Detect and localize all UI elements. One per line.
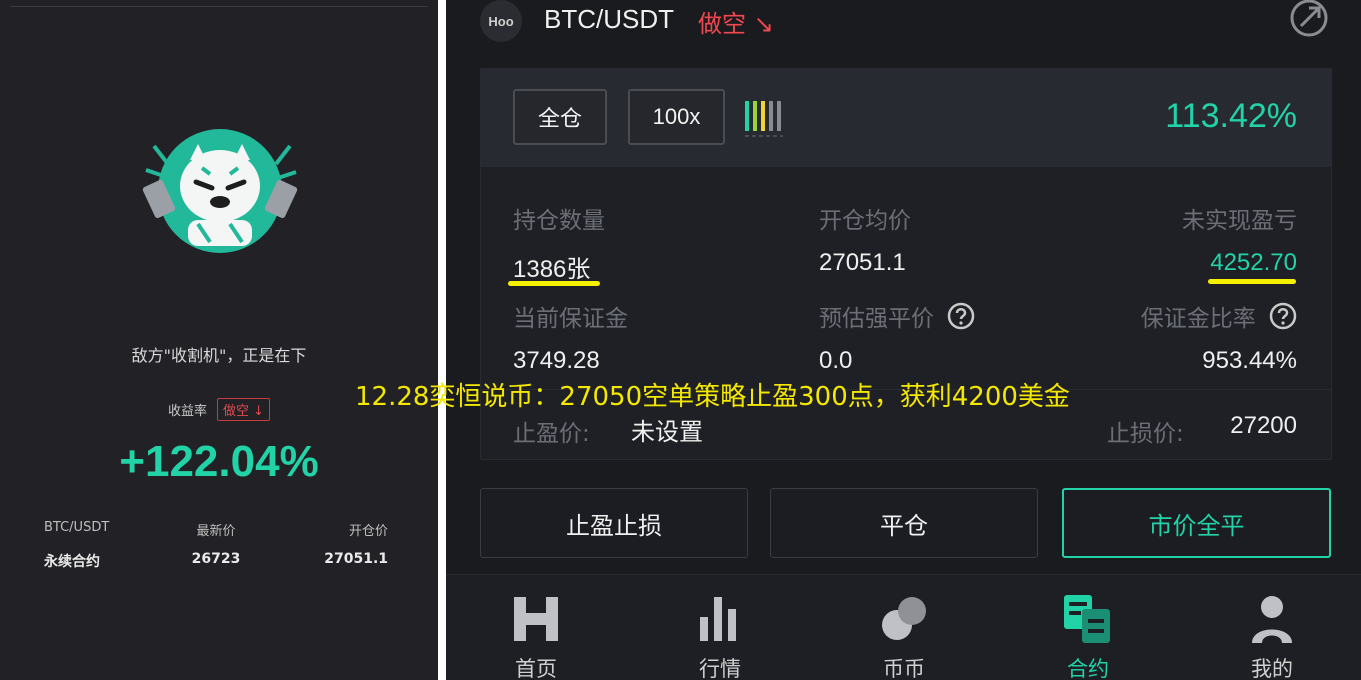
position-qty-value: 1386张: [513, 256, 591, 283]
direction-tag: 做空 ↘: [698, 10, 774, 38]
unrealized-pnl-field: 未实现盈亏 4252.70: [1182, 201, 1297, 277]
roe-value: 113.42%: [1165, 97, 1297, 135]
take-profit-value: 未设置: [631, 419, 703, 446]
position-qty-label: 持仓数量: [513, 208, 605, 234]
unrealized-pnl-label: 未实现盈亏: [1182, 208, 1297, 234]
highlight-underline-pnl: [1208, 279, 1296, 284]
tab-spot[interactable]: 币币: [854, 593, 954, 680]
bottom-tab-bar: 首页 行情 币币 合约 我的: [446, 574, 1361, 680]
table-header-row: BTC/USDT 最新价 开仓价: [44, 520, 388, 539]
help-icon[interactable]: [1269, 302, 1297, 330]
tab-market[interactable]: 行情: [670, 593, 770, 680]
stop-loss-label: 止损价:: [1107, 421, 1184, 447]
avg-open-price-label: 开仓均价: [819, 208, 911, 234]
tiger-avatar-icon: [142, 129, 298, 253]
share-card: 敌方"收割机"，正是在下 收益率 做空 ↓ +122.04% BTC/USDT …: [0, 0, 438, 680]
current-margin-value: 3749.28: [513, 347, 600, 374]
position-qty-field: 持仓数量 1386张: [513, 201, 605, 284]
panel-divider: [438, 0, 446, 680]
tp-sl-button[interactable]: 止盈止损: [480, 488, 748, 558]
share-icon[interactable]: [1289, 0, 1333, 40]
latest-price: 26723: [191, 551, 241, 567]
open-price: 27051.1: [324, 551, 389, 567]
spot-icon: [882, 597, 926, 640]
tab-spot-label: 币币: [883, 657, 925, 680]
tab-contract-label: 合约: [1067, 657, 1109, 680]
margin-ratio-field: 保证金比率 953.44%: [1141, 299, 1297, 375]
market-icon: [700, 597, 736, 641]
share-info-table: BTC/USDT 最新价 开仓价 永续合约 26723 27051.1: [44, 520, 388, 583]
margin-ratio-label: 保证金比率: [1140, 306, 1256, 332]
open-price-header: 开仓价: [349, 524, 389, 539]
short-direction-badge: 做空 ↓: [216, 398, 271, 421]
avg-open-price-value: 27051.1: [819, 249, 906, 276]
margin-ratio-label-row: 保证金比率: [1141, 299, 1297, 333]
contract-type: 永续合约: [44, 554, 100, 570]
yield-rate: +122.04%: [119, 437, 319, 486]
unrealized-pnl-value: 4252.70: [1210, 249, 1297, 276]
profile-icon: [1252, 596, 1292, 643]
position-header: Hoo BTC/USDT 做空 ↘: [446, 0, 1361, 60]
pair-title: BTC/USDT: [544, 4, 674, 34]
est-liq-price-value: 0.0: [819, 347, 853, 374]
table-row: 永续合约 26723 27051.1: [44, 551, 388, 571]
home-icon: [514, 597, 558, 641]
leverage-button[interactable]: 100x: [628, 89, 725, 145]
close-position-button[interactable]: 平仓: [770, 488, 1038, 558]
est-liq-price-label-row: 预估强平价: [819, 299, 975, 333]
position-card-header: 全仓 100x 113.42%: [481, 69, 1331, 167]
margin-ratio-value: 953.44%: [1202, 347, 1297, 374]
latest-price-header: 最新价: [196, 524, 236, 539]
tab-profile-label: 我的: [1251, 657, 1293, 680]
tab-home-label: 首页: [515, 657, 557, 680]
est-liq-price-label: 预估强平价: [819, 306, 934, 332]
current-margin-label: 当前保证金: [513, 306, 628, 332]
est-liq-price-field: 预估强平价 0.0: [819, 299, 975, 375]
hoo-logo: Hoo: [480, 0, 522, 42]
slogan-text: 敌方"收割机"，正是在下: [131, 346, 307, 365]
avg-open-price-field: 开仓均价 27051.1: [819, 201, 911, 277]
tab-profile[interactable]: 我的: [1222, 593, 1322, 680]
tab-market-label: 行情: [699, 657, 741, 680]
tab-home[interactable]: 首页: [486, 593, 586, 680]
overlay-caption: 12.28奕恒说币：27050空单策略止盈300点，获利4200美金: [355, 382, 1070, 412]
tab-contract[interactable]: 合约: [1038, 593, 1138, 680]
contract-icon: [1064, 595, 1110, 643]
pair-header: BTC/USDT: [44, 520, 110, 535]
current-margin-field: 当前保证金 3749.28: [513, 299, 628, 375]
divider: [10, 6, 428, 7]
stop-loss-value: 27200: [1230, 412, 1297, 439]
leverage-level-icon: [745, 101, 783, 137]
take-profit-label: 止盈价:: [513, 421, 590, 447]
position-screen: Hoo BTC/USDT 做空 ↘ 全仓 100x 113.42% 持仓数量 1…: [446, 0, 1361, 680]
yield-label: 收益率: [167, 404, 207, 419]
help-icon[interactable]: [947, 302, 975, 330]
market-close-all-button[interactable]: 市价全平: [1062, 488, 1331, 558]
margin-mode-button[interactable]: 全仓: [513, 89, 607, 145]
highlight-underline-qty: [508, 281, 600, 286]
